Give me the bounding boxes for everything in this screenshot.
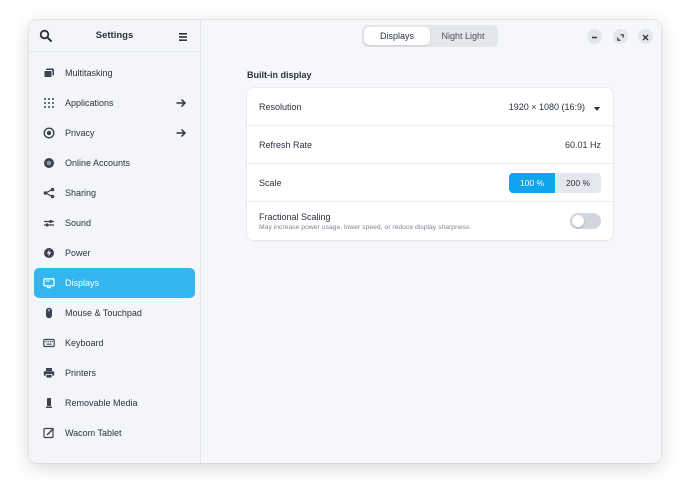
displays-icon xyxy=(43,277,55,289)
resolution-label: Resolution xyxy=(259,101,302,112)
settings-window: Settings Multitasking Applications Priva… xyxy=(29,20,661,463)
tab-night-light[interactable]: Night Light xyxy=(430,27,496,45)
scale-label: Scale xyxy=(259,177,282,188)
close-button[interactable] xyxy=(638,29,653,44)
refresh-rate-row[interactable]: Refresh Rate 60.01 Hz xyxy=(247,126,613,164)
keyboard-icon xyxy=(43,337,55,349)
sound-icon xyxy=(43,217,55,229)
sidebar-item-printers[interactable]: Printers xyxy=(34,358,195,388)
sidebar-item-online-accounts[interactable]: Online Accounts xyxy=(34,148,195,178)
close-icon xyxy=(642,28,649,46)
applications-icon xyxy=(43,97,55,109)
sharing-icon xyxy=(43,187,55,199)
refresh-rate-label: Refresh Rate xyxy=(259,139,313,150)
sidebar-item-wacom-tablet[interactable]: Wacom Tablet xyxy=(34,418,195,448)
sidebar-item-label: Sharing xyxy=(65,188,97,198)
header-bar: Displays Night Light xyxy=(201,20,661,52)
sidebar-item-applications[interactable]: Applications xyxy=(34,88,195,118)
chevron-down-icon xyxy=(593,104,601,111)
sidebar-item-label: Wacom Tablet xyxy=(65,428,122,438)
scale-row: Scale 100 % 200 % xyxy=(247,164,613,202)
tab-displays[interactable]: Displays xyxy=(364,27,430,45)
sidebar-item-sharing[interactable]: Sharing xyxy=(34,178,195,208)
sidebar-item-mouse-touchpad[interactable]: Mouse & Touchpad xyxy=(34,298,195,328)
sidebar-item-label: Power xyxy=(65,248,91,258)
view-switcher: Displays Night Light xyxy=(362,25,498,47)
displays-panel: Built-in display Resolution 1920 × 1080 … xyxy=(247,70,613,240)
sidebar-item-label: Online Accounts xyxy=(65,158,131,168)
online-accounts-icon xyxy=(43,157,55,169)
scale-100-button[interactable]: 100 % xyxy=(509,172,555,193)
sidebar-item-sound[interactable]: Sound xyxy=(34,208,195,238)
minimize-button[interactable] xyxy=(587,29,602,44)
hamburger-menu-icon[interactable] xyxy=(176,30,190,42)
fractional-scaling-text: Fractional Scaling May increase power us… xyxy=(259,212,471,231)
switch-knob xyxy=(572,215,584,227)
refresh-rate-value: 60.01 Hz xyxy=(564,139,601,150)
sidebar-item-privacy[interactable]: Privacy xyxy=(34,118,195,148)
wacom-tablet-icon xyxy=(43,427,55,439)
mouse-icon xyxy=(43,307,55,319)
sidebar-item-label: Multitasking xyxy=(65,68,113,78)
sidebar-nav: Multitasking Applications Privacy Online… xyxy=(29,58,200,448)
arrow-right-icon xyxy=(175,97,187,109)
scale-200-button[interactable]: 200 % xyxy=(555,172,601,193)
scale-toggle-group: 100 % 200 % xyxy=(509,172,601,193)
multitasking-icon xyxy=(43,67,55,79)
resolution-value: 1920 × 1080 (16:9) xyxy=(508,101,585,112)
sidebar-header: Settings xyxy=(29,20,200,52)
display-settings-card: Resolution 1920 × 1080 (16:9) Refresh Ra… xyxy=(247,88,613,240)
sidebar-item-label: Sound xyxy=(65,218,92,228)
fractional-scaling-row[interactable]: Fractional Scaling May increase power us… xyxy=(247,202,613,240)
sidebar-item-power[interactable]: Power xyxy=(34,238,195,268)
sidebar-title: Settings xyxy=(95,30,134,41)
sidebar-item-label: Applications xyxy=(65,98,114,108)
sidebar-item-multitasking[interactable]: Multitasking xyxy=(34,58,195,88)
power-icon xyxy=(43,247,55,259)
arrow-right-icon xyxy=(175,127,187,139)
sidebar-item-keyboard[interactable]: Keyboard xyxy=(34,328,195,358)
sidebar-item-label: Privacy xyxy=(65,128,95,138)
sidebar-item-label: Printers xyxy=(65,368,97,378)
maximize-button[interactable] xyxy=(613,29,628,44)
sidebar-item-label: Removable Media xyxy=(65,398,138,408)
printer-icon xyxy=(43,367,55,379)
sidebar-item-label: Keyboard xyxy=(65,338,104,348)
maximize-icon xyxy=(617,28,624,46)
section-title: Built-in display xyxy=(247,70,312,80)
fractional-scaling-label: Fractional Scaling xyxy=(259,211,331,222)
resolution-row[interactable]: Resolution 1920 × 1080 (16:9) xyxy=(247,88,613,126)
removable-media-icon xyxy=(43,397,55,409)
sidebar-item-label: Displays xyxy=(65,278,100,288)
privacy-icon xyxy=(43,127,55,139)
sidebar-item-label: Mouse & Touchpad xyxy=(65,308,142,318)
sidebar: Settings Multitasking Applications Priva… xyxy=(29,20,201,463)
fractional-scaling-description: May increase power usage, lower speed, o… xyxy=(259,223,472,231)
sidebar-item-displays[interactable]: Displays xyxy=(34,268,195,298)
fractional-scaling-switch[interactable] xyxy=(570,213,601,229)
resolution-dropdown[interactable]: 1920 × 1080 (16:9) xyxy=(509,102,601,112)
sidebar-item-removable-media[interactable]: Removable Media xyxy=(34,388,195,418)
minimize-icon xyxy=(591,28,598,46)
